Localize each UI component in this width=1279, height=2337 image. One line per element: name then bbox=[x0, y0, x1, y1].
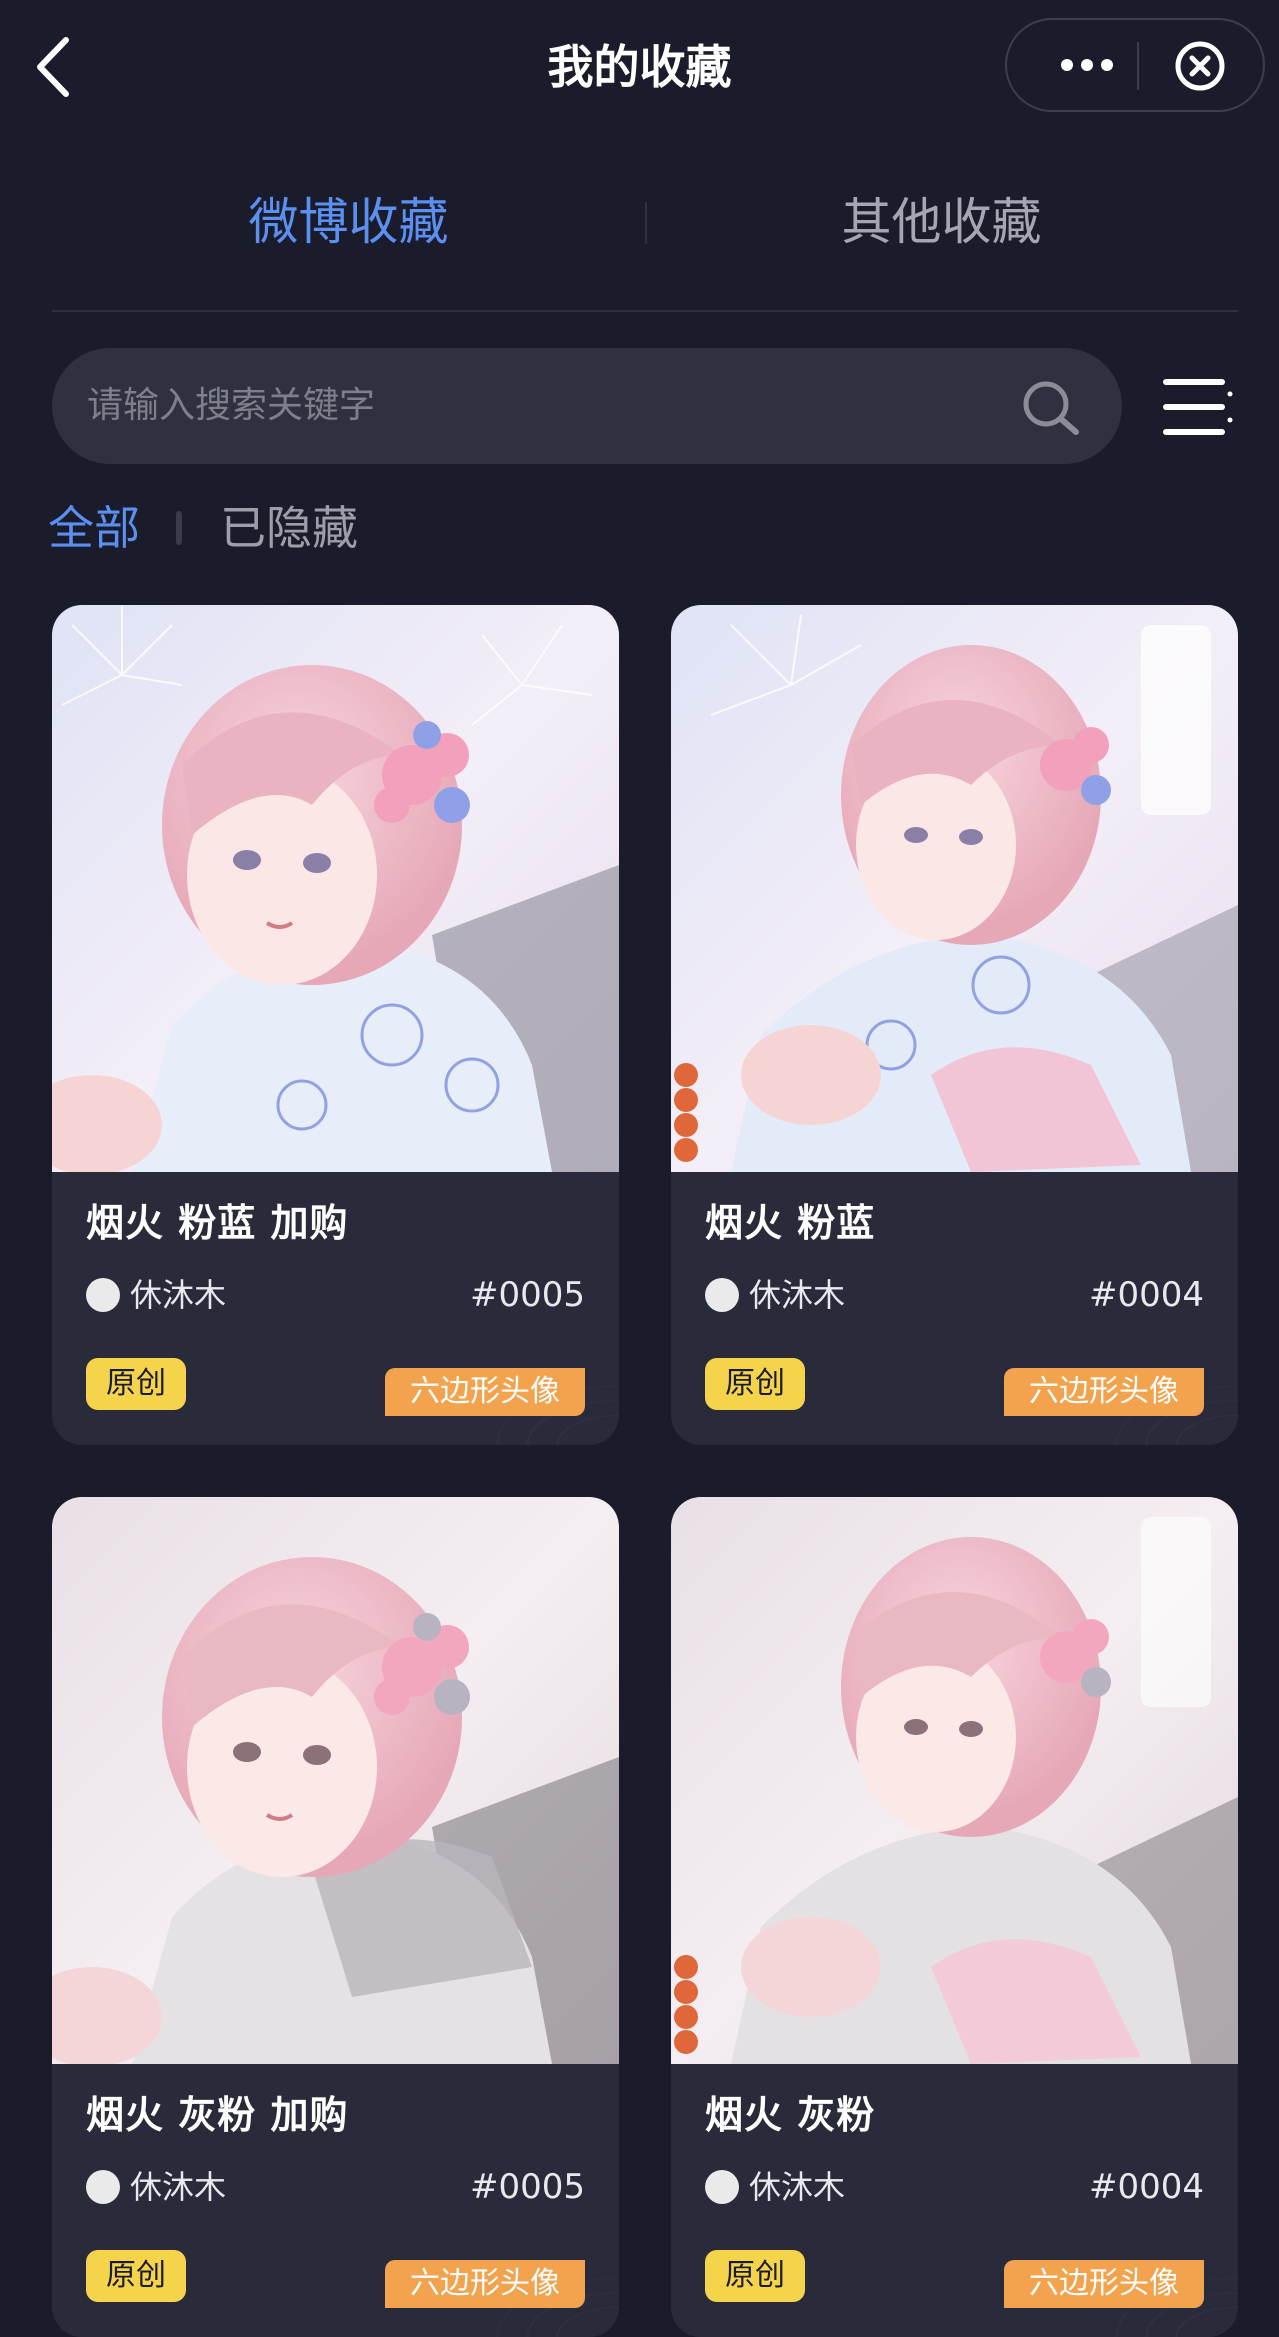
card-serial: #0005 bbox=[469, 1275, 585, 1315]
original-badge: 原创 bbox=[86, 2250, 186, 2302]
top-nav-bar: 我的收藏 bbox=[0, 0, 1279, 130]
original-badge: 原创 bbox=[705, 1358, 805, 1410]
hexagon-avatar-tag: 六边形头像 bbox=[385, 2260, 585, 2308]
card-author: 休沐木 bbox=[130, 2168, 227, 2206]
filter-divider bbox=[176, 511, 182, 545]
more-dots-icon bbox=[1061, 59, 1113, 71]
original-badge: 原创 bbox=[86, 1358, 186, 1410]
more-button[interactable] bbox=[1037, 40, 1127, 90]
list-menu-icon bbox=[1163, 379, 1233, 435]
card-info: 烟火 粉蓝 加购 休沐木 #0005 原创 六边形头像 bbox=[52, 1172, 619, 1445]
card-author: 休沐木 bbox=[130, 1276, 227, 1314]
search-placeholder: 请输入搜索关键字 bbox=[87, 385, 376, 426]
card-title: 烟火 粉蓝 加购 bbox=[86, 1201, 349, 1245]
original-badge: 原创 bbox=[705, 2250, 805, 2302]
card-info: 烟火 粉蓝 休沐木 #0004 原创 六边形头像 bbox=[671, 1172, 1238, 1445]
capsule-divider bbox=[1137, 42, 1139, 90]
filter-all[interactable]: 全部 bbox=[48, 495, 140, 561]
filter-hidden[interactable]: 已隐藏 bbox=[220, 495, 358, 561]
author-avatar bbox=[86, 1278, 120, 1312]
card-artwork bbox=[671, 605, 1238, 1172]
collection-card[interactable]: 烟火 粉蓝 休沐木 #0004 原创 六边形头像 bbox=[671, 605, 1238, 1445]
card-artwork bbox=[671, 1497, 1238, 2064]
collection-card[interactable]: 烟火 灰粉 加购 休沐木 #0005 原创 六边形头像 bbox=[52, 1497, 619, 2337]
search-input[interactable]: 请输入搜索关键字 bbox=[52, 348, 1122, 464]
card-author: 休沐木 bbox=[749, 2168, 846, 2206]
hexagon-avatar-tag: 六边形头像 bbox=[1004, 2260, 1204, 2308]
author-avatar bbox=[86, 2170, 120, 2204]
tab-weibo-collection[interactable]: 微博收藏 bbox=[52, 190, 645, 254]
hexagon-avatar-tag: 六边形头像 bbox=[385, 1368, 585, 1416]
hexagon-avatar-tag: 六边形头像 bbox=[1004, 1368, 1204, 1416]
close-circle-icon bbox=[1175, 41, 1225, 91]
card-title: 烟火 粉蓝 bbox=[705, 1201, 876, 1245]
card-title: 烟火 灰粉 加购 bbox=[86, 2093, 349, 2137]
tab-other-collection[interactable]: 其他收藏 bbox=[645, 190, 1238, 254]
collection-card[interactable]: 烟火 粉蓝 加购 休沐木 #0005 原创 六边形头像 bbox=[52, 605, 619, 1445]
collection-card[interactable]: 烟火 灰粉 休沐木 #0004 原创 六边形头像 bbox=[671, 1497, 1238, 2337]
card-serial: #0004 bbox=[1088, 1275, 1204, 1315]
author-avatar bbox=[705, 1278, 739, 1312]
mini-program-capsule bbox=[1005, 18, 1265, 112]
card-artwork bbox=[52, 605, 619, 1172]
card-serial: #0005 bbox=[469, 2167, 585, 2207]
collection-tabs: 微博收藏 其他收藏 bbox=[52, 160, 1238, 312]
search-icon[interactable] bbox=[1018, 376, 1084, 442]
card-serial: #0004 bbox=[1088, 2167, 1204, 2207]
card-info: 烟火 灰粉 休沐木 #0004 原创 六边形头像 bbox=[671, 2064, 1238, 2337]
author-avatar bbox=[705, 2170, 739, 2204]
card-info: 烟火 灰粉 加购 休沐木 #0005 原创 六边形头像 bbox=[52, 2064, 619, 2337]
card-artwork bbox=[52, 1497, 619, 2064]
list-menu-button[interactable] bbox=[1160, 372, 1234, 442]
card-author: 休沐木 bbox=[749, 1276, 846, 1314]
close-button[interactable] bbox=[1173, 39, 1227, 93]
card-title: 烟火 灰粉 bbox=[705, 2093, 876, 2137]
